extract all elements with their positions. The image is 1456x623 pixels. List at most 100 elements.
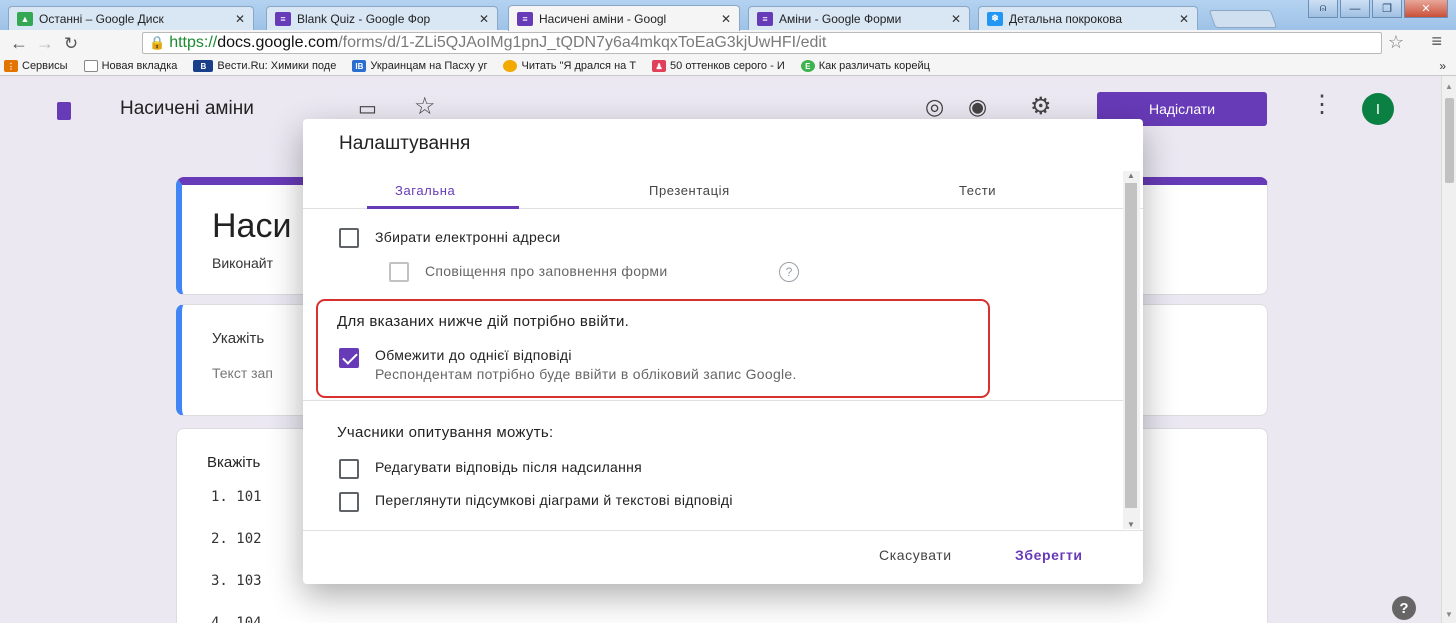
bookmark-50-shades[interactable]: ♟ 50 оттенков серого - И <box>652 60 785 72</box>
close-tab-icon[interactable]: ✕ <box>951 12 961 26</box>
star-icon[interactable]: ☆ <box>414 92 436 121</box>
tab-title: Останні – Google Диск <box>39 11 164 26</box>
active-tab-indicator <box>367 206 519 209</box>
scroll-up-icon[interactable]: ▲ <box>1127 171 1135 180</box>
see-summary-checkbox[interactable] <box>339 492 359 512</box>
bookmark-easter[interactable]: IB Украинцам на Пасху уг <box>352 60 487 72</box>
edit-after-submit-label: Редагувати відповідь після надсилання <box>375 459 643 475</box>
browser-tab-active[interactable]: ≡ Насичені аміни - Googl ✕ <box>508 5 740 31</box>
close-tab-icon[interactable]: ✕ <box>479 12 489 26</box>
limit-one-response-checkbox[interactable] <box>339 348 359 368</box>
scroll-down-icon[interactable]: ▼ <box>1127 520 1135 529</box>
collect-emails-checkbox[interactable] <box>339 228 359 248</box>
dialog-scrollbar[interactable]: ▲ ▼ <box>1123 171 1140 529</box>
profile-icon[interactable]: ⍝ <box>1308 0 1338 18</box>
browser-tab-guide[interactable]: ❄ Детальна покрокова ✕ <box>978 6 1198 30</box>
save-button[interactable]: Зберегти <box>1015 547 1083 563</box>
edit-after-submit-checkbox[interactable] <box>339 459 359 479</box>
close-tab-icon[interactable]: ✕ <box>721 12 731 26</box>
minimize-icon[interactable]: — <box>1340 0 1370 18</box>
bookmark-korean[interactable]: E Как различать корейц <box>800 60 930 72</box>
browser-tab-blank-quiz[interactable]: ≡ Blank Quiz - Google Фор ✕ <box>266 6 498 30</box>
bookmark-label: 50 оттенков серого - И <box>670 60 785 72</box>
avatar[interactable]: I <box>1362 93 1394 125</box>
google-forms-icon: ≡ <box>757 11 773 26</box>
forward-arrow-icon[interactable]: → <box>32 33 58 54</box>
url-path: /forms/d/1-ZLi5QJAoIMg1pnJ_tQDN7y6a4mkqx… <box>338 34 827 51</box>
tab-title: Аміни - Google Форми <box>779 11 902 26</box>
close-tab-icon[interactable]: ✕ <box>235 12 245 26</box>
collect-emails-label: Збирати електронні адреси <box>375 229 561 245</box>
section-divider <box>303 400 1123 401</box>
tab-presentation[interactable]: Презентація <box>649 183 730 198</box>
list-item: 4. 104 <box>211 615 262 623</box>
browser-tab-drive[interactable]: ▲ Останні – Google Диск ✕ <box>8 6 254 30</box>
reload-icon[interactable]: ↻ <box>58 34 84 54</box>
browser-tab-strip: ▲ Останні – Google Диск ✕ ≡ Blank Quiz -… <box>0 0 1456 31</box>
bookmark-label: Вести.Ru: Химики поде <box>217 60 337 72</box>
list-item: 2. 102 <box>211 531 262 547</box>
bookmark-label: Украинцам на Пасху уг <box>370 60 488 72</box>
notify-responses-checkbox[interactable] <box>389 262 409 282</box>
form-description[interactable]: Виконайт <box>212 255 273 271</box>
folder-icon[interactable]: ▭ <box>358 96 377 121</box>
dress-icon: ♟ <box>652 60 667 72</box>
help-circle-icon[interactable]: ? <box>779 262 799 282</box>
vesti-icon: В <box>193 60 214 72</box>
circle-icon <box>503 60 518 72</box>
tab-general[interactable]: Загальна <box>395 183 455 198</box>
more-vert-icon[interactable]: ⋮ <box>1310 90 1334 119</box>
bookmark-new-tab[interactable]: Новая вкладка <box>83 60 177 72</box>
google-forms-icon: ≡ <box>517 11 533 26</box>
respondents-can-heading: Учасники опитування можуть: <box>337 424 554 441</box>
bookmarks-bar: ⋮ Сервисы Новая вкладка В Вести.Ru: Хими… <box>0 57 1456 76</box>
close-window-icon[interactable]: ✕ <box>1404 0 1448 18</box>
question-title: Вкажіть <box>207 454 261 471</box>
list-item: 1. 101 <box>211 489 262 505</box>
scroll-down-icon[interactable]: ▼ <box>1445 610 1453 619</box>
settings-gear-icon[interactable]: ⚙ <box>1030 92 1052 121</box>
page-icon <box>83 60 98 72</box>
scrollbar-thumb[interactable] <box>1125 183 1137 508</box>
browser-tab-amines[interactable]: ≡ Аміни - Google Форми ✕ <box>748 6 970 30</box>
preview-eye-icon[interactable]: ◉ <box>968 94 987 120</box>
form-title[interactable]: Насичені аміни <box>120 98 254 120</box>
list-item: 3. 103 <box>211 573 262 589</box>
address-bar[interactable]: 🔒 https:// docs.google.com /forms/d/1-ZL… <box>142 32 1382 54</box>
cancel-button[interactable]: Скасувати <box>879 547 952 563</box>
url-host: docs.google.com <box>217 34 339 51</box>
notify-responses-label: Сповіщення про заповнення форми <box>425 263 668 279</box>
e-icon: E <box>800 60 815 72</box>
scrollbar-thumb[interactable] <box>1445 98 1454 183</box>
lock-icon: 🔒 <box>149 35 166 50</box>
bookmark-label: Как различать корейц <box>818 60 930 72</box>
back-arrow-icon[interactable]: ← <box>6 33 32 54</box>
browser-menu-icon[interactable]: ≡ <box>1431 31 1442 52</box>
help-icon[interactable]: ? <box>1392 596 1416 620</box>
page-scrollbar[interactable]: ▲ ▼ <box>1441 76 1456 623</box>
url-scheme: https:// <box>169 34 218 51</box>
settings-dialog: Налаштування Загальна Презентація Тести … <box>303 119 1143 584</box>
google-forms-icon: ≡ <box>275 11 291 26</box>
bookmark-read[interactable]: Читать "Я дрался на Т <box>503 60 636 72</box>
bookmark-vesti[interactable]: В Вести.Ru: Химики поде <box>193 60 336 72</box>
snowflake-icon: ❄ <box>987 11 1003 26</box>
scroll-up-icon[interactable]: ▲ <box>1445 82 1453 91</box>
limit-one-response-label: Обмежити до однієї відповіді <box>375 347 572 363</box>
palette-icon[interactable]: ◎ <box>925 94 944 120</box>
bookmarks-overflow-icon[interactable]: » <box>1439 59 1446 73</box>
tab-title: Насичені аміни - Googl <box>539 11 667 26</box>
forms-logo-icon[interactable] <box>57 102 71 120</box>
question-title: Укажіть <box>212 330 265 347</box>
bookmark-label: Читать "Я дрался на Т <box>521 60 637 72</box>
browser-toolbar: ← → ↻ 🔒 https:// docs.google.com /forms/… <box>0 30 1456 57</box>
tab-title: Детальна покрокова <box>1009 11 1123 26</box>
bookmark-star-icon[interactable]: ☆ <box>1388 32 1404 53</box>
tab-quizzes[interactable]: Тести <box>959 183 996 198</box>
tab-title: Blank Quiz - Google Фор <box>297 11 431 26</box>
new-tab-button[interactable] <box>1208 10 1278 28</box>
form-title-heading[interactable]: Наси <box>212 207 291 246</box>
bookmark-services[interactable]: ⋮ Сервисы <box>4 60 68 72</box>
close-tab-icon[interactable]: ✕ <box>1179 12 1189 26</box>
maximize-icon[interactable]: ❐ <box>1372 0 1402 18</box>
